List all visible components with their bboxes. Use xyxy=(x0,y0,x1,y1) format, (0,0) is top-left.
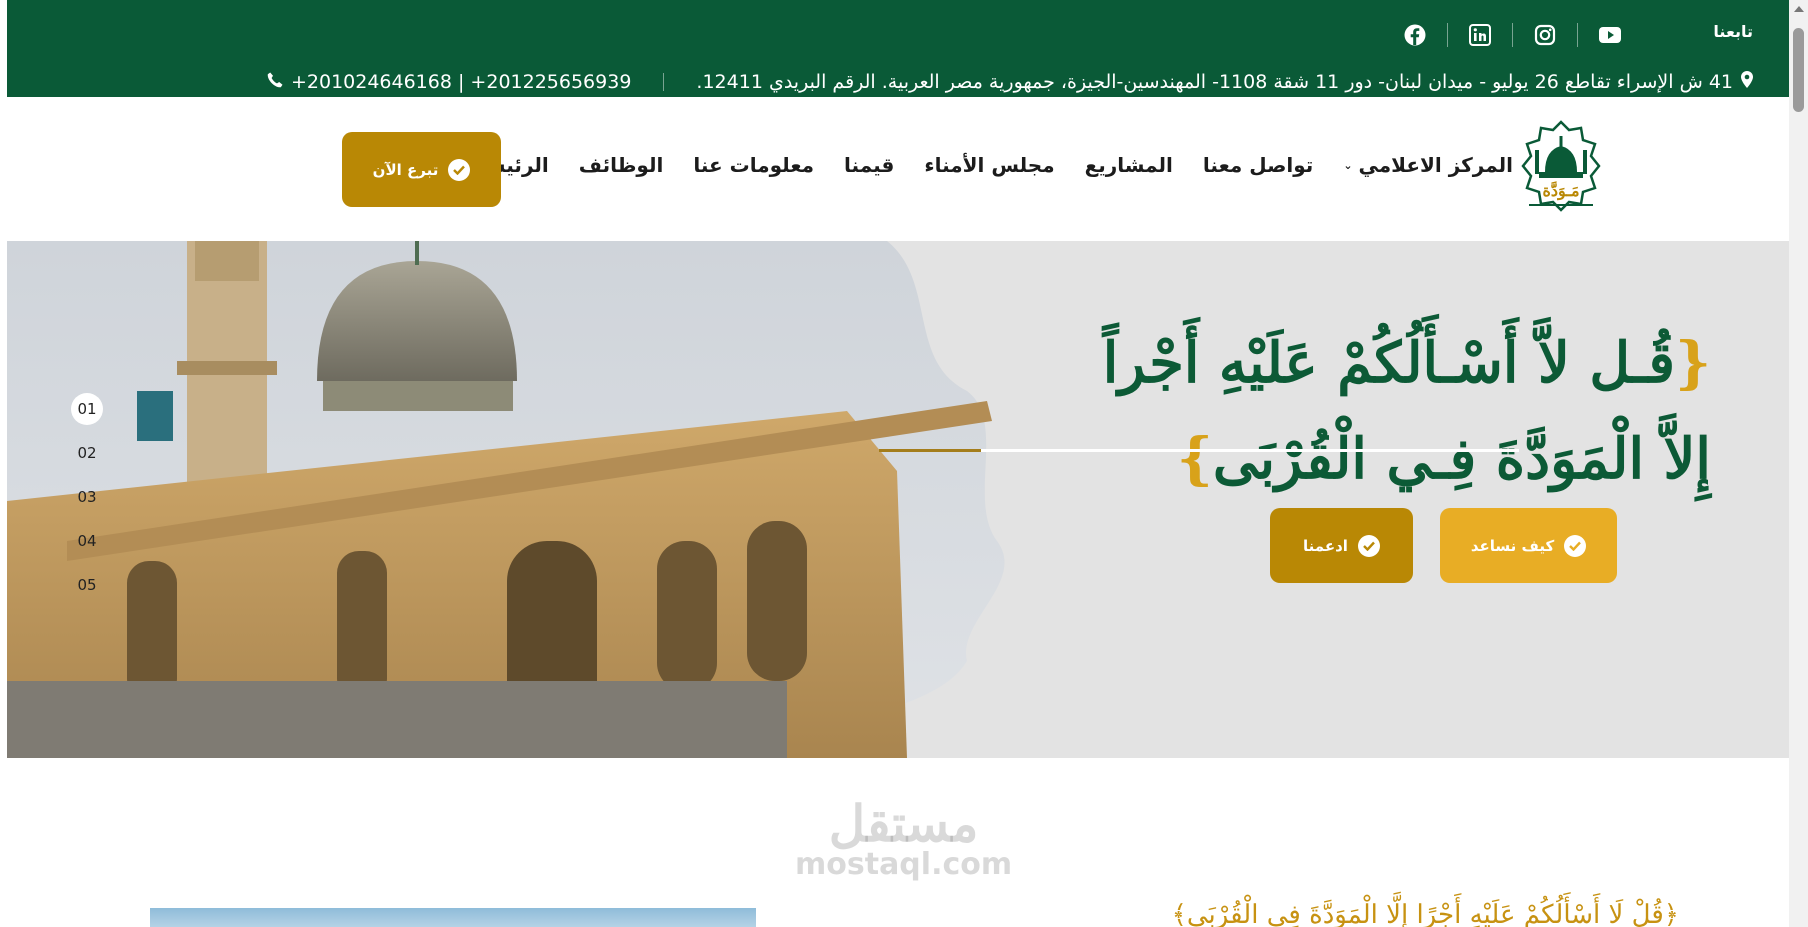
svg-text:مَـوَدَّة: مَـوَدَّة xyxy=(1542,181,1579,201)
section-verse: ﴿قُلْ لَا أَسْأَلُكُمْ عَلَيْهِ أَجْرًا … xyxy=(1171,900,1679,927)
nav-board[interactable]: مجلس الأمناء xyxy=(924,153,1054,177)
scroll-up-arrow-icon[interactable] xyxy=(1794,6,1804,12)
watermark-latin: mostaql.com xyxy=(795,847,1013,882)
nav-media-center-label: المركز الاعلامي xyxy=(1358,153,1513,177)
hero-verse: {قُـل لاَّ أَسْـأَلُكُمْ عَلَيْهِ أَجْرا… xyxy=(1103,315,1711,507)
facebook-icon[interactable] xyxy=(1400,20,1430,50)
social-divider xyxy=(1512,23,1513,47)
check-circle-icon xyxy=(448,158,471,181)
hero-verse-line-2: إِلاَّ الْمَوَدَّةَ فِـي الْقُرْبَى} xyxy=(1103,411,1711,507)
youtube-icon[interactable] xyxy=(1595,20,1625,50)
slide-dot-3[interactable]: 03 xyxy=(71,481,103,513)
nav-jobs-label: الوظائف xyxy=(578,153,664,177)
section-image xyxy=(150,908,756,927)
social-divider xyxy=(1447,23,1448,47)
nav-contact-label: تواصل معنا xyxy=(1202,153,1314,177)
support-us-button[interactable]: ادعمنا xyxy=(1270,508,1413,583)
social-links xyxy=(1400,20,1625,50)
nav-media-center[interactable]: المركز الاعلامي ⌄ xyxy=(1343,153,1513,177)
main-nav: الرئيسية الوظائف معلومات عنا قيمنا مجلس … xyxy=(436,153,1513,177)
slide-dot-2[interactable]: 02 xyxy=(71,437,103,469)
slide-dot-5[interactable]: 05 xyxy=(71,569,103,601)
hero-verse-line-1: {قُـل لاَّ أَسْـأَلُكُمْ عَلَيْهِ أَجْرا… xyxy=(1103,315,1711,411)
slide-pagination: 01 02 03 04 05 xyxy=(71,393,103,613)
slide-dot-4[interactable]: 04 xyxy=(71,525,103,557)
nav-projects-label: المشاريع xyxy=(1084,153,1173,177)
watermark-arabic: مستقل xyxy=(828,794,979,853)
social-divider xyxy=(1577,23,1578,47)
nav-contact[interactable]: تواصل معنا xyxy=(1203,153,1313,177)
site-logo[interactable]: مَـوَدَّة xyxy=(1515,120,1607,215)
about-section: مستقل mostaql.com ﴿قُلْ لَا أَسْأَلُكُمْ… xyxy=(7,758,1789,927)
hero-verse-text-2: إِلاَّ الْمَوَدَّةَ فِـي الْقُرْبَى xyxy=(1212,426,1711,492)
hero-slider: 01 02 03 04 05 {قُـل لاَّ أَسْـأَلُكُمْ … xyxy=(7,241,1789,758)
mostaql-watermark: مستقل mostaql.com xyxy=(795,798,1012,880)
nav-projects[interactable]: المشاريع xyxy=(1085,153,1173,177)
page-scrollbar[interactable] xyxy=(1789,0,1808,927)
nav-jobs[interactable]: الوظائف xyxy=(579,153,664,177)
check-circle-icon xyxy=(1357,534,1380,557)
contact-info: 41 ش الإسراء تقاطع 26 يوليو - ميدان لبنا… xyxy=(267,71,1753,93)
follow-us-label: تابعنا xyxy=(1713,22,1753,41)
nav-values[interactable]: قيمنا xyxy=(844,153,894,177)
verse-close-bracket: } xyxy=(1176,426,1213,492)
contact-divider xyxy=(663,73,665,91)
slide-dot-1[interactable]: 01 xyxy=(71,393,103,425)
check-circle-icon xyxy=(1564,534,1587,557)
chevron-down-icon: ⌄ xyxy=(1343,158,1353,172)
address-text: 41 ش الإسراء تقاطع 26 يوليو - ميدان لبنا… xyxy=(696,71,1733,93)
how-we-help-button[interactable]: كيف نساعد xyxy=(1440,508,1617,583)
phone-numbers[interactable]: +201024646168 | +201225656939 xyxy=(291,71,631,93)
donate-now-button[interactable]: تبرع الآن xyxy=(342,132,501,207)
instagram-icon[interactable] xyxy=(1530,20,1560,50)
nav-board-label: مجلس الأمناء xyxy=(924,153,1055,177)
nav-values-label: قيمنا xyxy=(844,153,895,177)
support-us-label: ادعمنا xyxy=(1303,536,1348,555)
slide-progress-bar xyxy=(879,449,1519,452)
site-header: مَـوَدَّة الرئيسية الوظائف معلومات عنا ق… xyxy=(7,97,1789,241)
donate-label: تبرع الآن xyxy=(372,160,439,179)
location-pin-icon xyxy=(1741,71,1753,93)
hero-verse-text-1: قُـل لاَّ أَسْـأَلُكُمْ عَلَيْهِ أَجْراً xyxy=(1102,330,1675,396)
verse-open-bracket: { xyxy=(1674,330,1711,396)
phone-icon xyxy=(267,71,283,93)
slide-progress-fill xyxy=(879,449,982,452)
linkedin-icon[interactable] xyxy=(1465,20,1495,50)
nav-about[interactable]: معلومات عنا xyxy=(693,153,814,177)
nav-about-label: معلومات عنا xyxy=(693,153,815,177)
top-bar: تابعنا 41 ش الإسراء تقاطع 26 يوليو - ميد… xyxy=(7,0,1789,97)
scrollbar-thumb[interactable] xyxy=(1793,28,1804,112)
how-we-help-label: كيف نساعد xyxy=(1470,536,1555,555)
